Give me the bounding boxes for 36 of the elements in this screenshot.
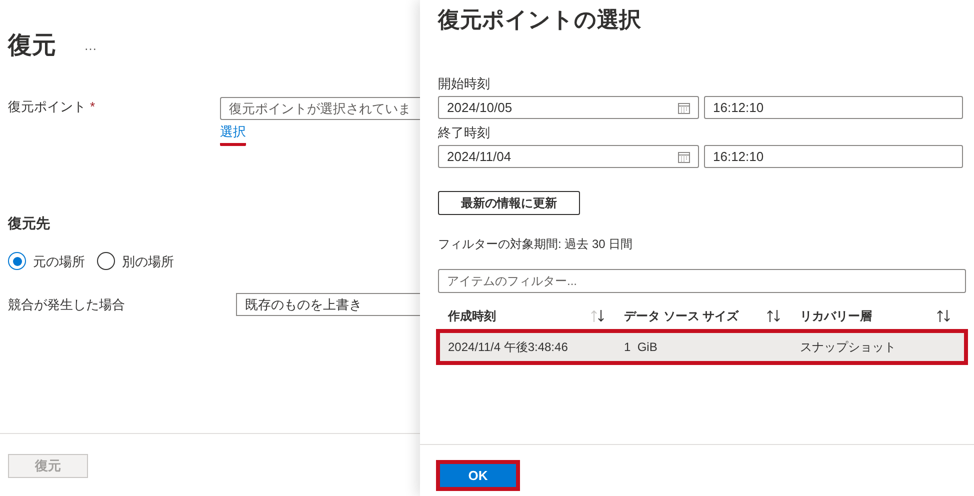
select-link[interactable]: 選択 (220, 122, 246, 146)
refresh-button[interactable]: 最新の情報に更新 (438, 191, 580, 215)
field-label: 開始時刻 (438, 75, 491, 93)
table-cell-text: スナップショット (799, 339, 897, 356)
radio-button[interactable] (8, 252, 26, 270)
table-cell-text: 1 GiB (623, 339, 658, 356)
sort-icon[interactable] (590, 309, 606, 323)
field-label: 復元ポイント (8, 98, 86, 116)
conflict-dropdown[interactable]: 既存のものを上書き (236, 293, 420, 316)
page-title: 復元 (8, 31, 56, 61)
sort-icon[interactable] (936, 309, 952, 323)
column-header[interactable]: リカバリー層 (790, 307, 960, 325)
filter-field[interactable]: アイテムのフィルター... (438, 269, 966, 293)
field-label: 競合が発生した場合 (8, 296, 126, 314)
sort-icon[interactable] (766, 309, 782, 323)
radio-option[interactable]: 元の場所 (8, 252, 85, 271)
table-row[interactable]: 2024/11/4 午後3:48:46 1 GiB スナップショット (436, 329, 968, 365)
table-cell-text: 2024/11/4 午後3:48:46 (447, 339, 569, 356)
field-label: 終了時刻 (438, 124, 491, 142)
date-field[interactable]: 2024/11/04 (438, 145, 699, 168)
section-heading: 復元先 (6, 214, 51, 232)
restore-point-field[interactable]: 復元ポイントが選択されていま (220, 97, 420, 120)
calendar-icon[interactable] (678, 102, 690, 114)
radio-option[interactable]: 別の場所 (97, 252, 174, 271)
filter-period-text: フィルターの対象期間: 過去 30 日間 (438, 236, 634, 253)
panel-title: 復元ポイントの選択 (438, 6, 642, 34)
calendar-icon[interactable] (678, 150, 690, 162)
radio-button[interactable] (97, 252, 115, 270)
column-header[interactable]: データ ソース サイズ (614, 307, 790, 325)
time-field[interactable]: 16:12:10 (704, 96, 963, 119)
time-field[interactable]: 16:12:10 (704, 145, 963, 168)
ok-button[interactable]: OK (436, 460, 520, 491)
required-mark: * (90, 98, 96, 116)
date-field[interactable]: 2024/10/05 (438, 96, 699, 119)
column-header[interactable]: 作成時刻 (438, 307, 614, 325)
more-button[interactable]: … (80, 36, 101, 56)
